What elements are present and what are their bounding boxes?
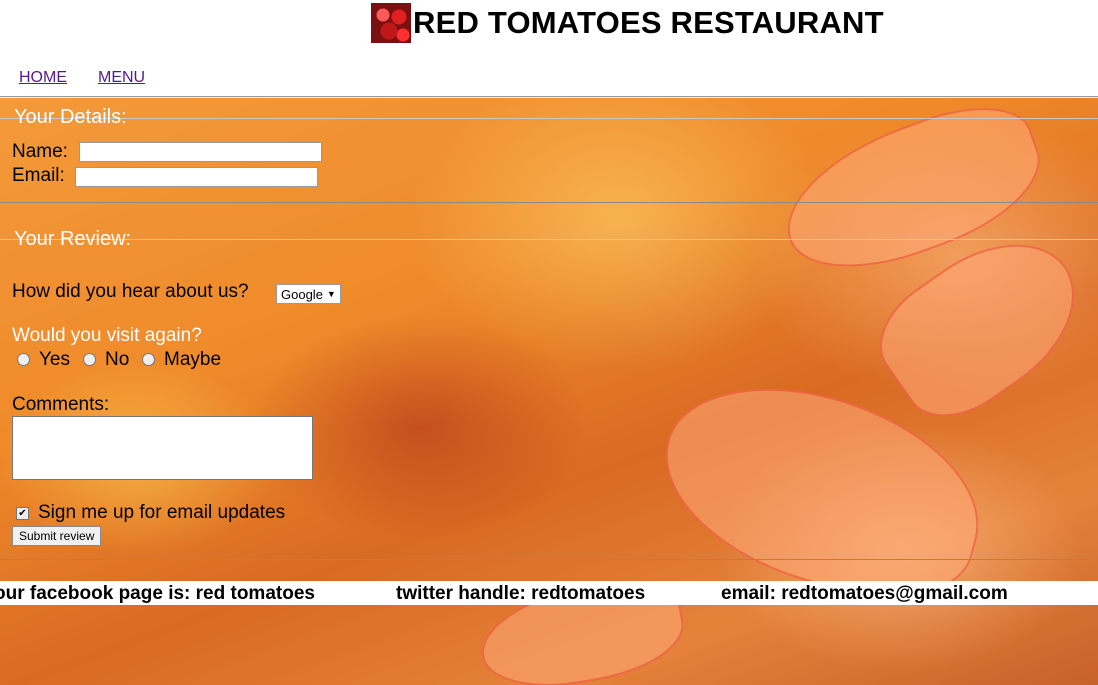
hear-about-label: How did you hear about us? [12,281,249,302]
visit-again-label: Would you visit again? [12,325,202,346]
page-header: RED TOMATOES RESTAURANT HOME MENU [0,0,1098,96]
footer-twitter: twitter handle: redtomatoes [396,583,646,604]
main-nav: HOME MENU [19,69,145,87]
radio-maybe-label: Maybe [164,349,222,370]
radio-yes-label: Yes [39,349,70,370]
review-legend: Your Review: [14,228,132,250]
dropdown-arrow-icon: ▼ [326,289,336,299]
details-fieldset-border [0,118,1098,119]
nav-home-link[interactable]: HOME [19,69,67,87]
hear-about-selected: Google [281,286,323,302]
comments-textarea[interactable] [12,416,313,480]
footer-email: email: redtomatoes@gmail.com [721,583,1008,604]
nav-menu-link[interactable]: MENU [98,69,145,87]
submit-review-button[interactable]: Submit review [12,526,102,546]
review-fieldset-bottom [0,559,1098,560]
footer-facebook: our facebook page is: red tomatoes [0,583,315,604]
signup-checkbox[interactable]: ✔ [16,507,29,520]
review-fieldset-border [0,239,1098,240]
tomatoes-logo-icon [371,3,411,43]
details-legend: Your Details: [14,106,127,128]
page-title: RED TOMATOES RESTAURANT [413,5,884,40]
radio-no-label: No [105,349,130,370]
email-label: Email: [12,165,65,186]
radio-maybe[interactable] [142,353,155,366]
name-label: Name: [12,141,68,162]
footer-bar: our facebook page is: red tomatoes twitt… [0,581,1098,605]
email-input[interactable] [75,167,318,187]
signup-label: Sign me up for email updates [38,502,286,523]
comments-label: Comments: [12,394,110,415]
name-input[interactable] [79,142,322,162]
radio-no[interactable] [83,353,96,366]
title-wrap: RED TOMATOES RESTAURANT [371,1,884,45]
radio-yes[interactable] [17,353,30,366]
hear-about-select[interactable]: Google ▼ [276,284,341,304]
details-fieldset-bottom [0,202,1098,203]
